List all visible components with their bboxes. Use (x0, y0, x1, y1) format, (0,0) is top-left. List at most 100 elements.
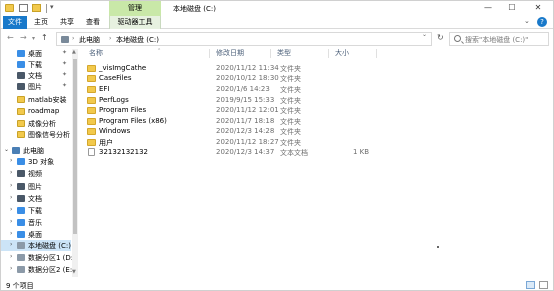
sidebar-item-3d-objects[interactable]: › 3D 对象 (1, 156, 71, 167)
file-row[interactable]: CaseFiles 2020/10/12 18:30 文件夹 (87, 73, 551, 83)
sidebar-item-image-signal-analysis[interactable]: 图像信号分析 (1, 129, 71, 140)
sidebar-item-pictures-pinned[interactable]: 图片 ✦ (1, 81, 71, 92)
expand-icon[interactable]: › (10, 206, 12, 213)
file-name: PerfLogs (99, 96, 129, 104)
scroll-down-icon[interactable]: ▼ (72, 269, 76, 275)
sidebar-item-desktop[interactable]: › 桌面 (1, 229, 71, 240)
file-row[interactable]: PerfLogs 2019/9/15 15:33 文件夹 (87, 95, 551, 105)
expand-icon[interactable]: › (10, 169, 12, 176)
expand-icon[interactable]: › (10, 157, 12, 164)
file-row[interactable]: _visImgCathe 2020/11/12 11:34 文件夹 (87, 63, 551, 73)
minimize-button[interactable]: — (477, 1, 499, 16)
sidebar-item-documents-pinned[interactable]: 文档 ✦ (1, 70, 71, 81)
sidebar-item-label: 桌面 (28, 231, 42, 239)
sidebar-item-pictures[interactable]: › 图片 (1, 181, 71, 192)
up-arrow-icon[interactable]: ↑ (41, 33, 48, 42)
sidebar-item-music[interactable]: › 音乐 (1, 217, 71, 228)
column-header-name[interactable]: 名称 (89, 48, 103, 59)
folder-icon (87, 75, 96, 82)
sidebar-item-matlab[interactable]: matlab安装 (1, 94, 71, 105)
column-divider[interactable] (270, 49, 271, 58)
pin-icon: ✦ (62, 71, 68, 78)
folder-icon (17, 120, 25, 127)
tab-drive-tools[interactable]: 驱动器工具 (109, 16, 161, 29)
forward-arrow-icon[interactable]: → (20, 33, 27, 42)
column-header-size[interactable]: 大小 (335, 48, 349, 59)
sidebar-item-downloads-pinned[interactable]: 下载 ✦ (1, 59, 71, 70)
file-row[interactable]: Windows 2020/12/3 14:28 文件夹 (87, 126, 551, 136)
tab-share[interactable]: 共享 (56, 16, 78, 29)
sidebar-item-downloads[interactable]: › 下载 (1, 205, 71, 216)
expand-icon[interactable]: › (10, 182, 12, 189)
back-arrow-icon[interactable]: ← (7, 33, 14, 42)
sidebar-item-documents[interactable]: › 文档 (1, 193, 71, 204)
column-header-type[interactable]: 类型 (277, 48, 291, 59)
file-size: 1 KB (353, 148, 370, 156)
close-button[interactable]: ✕ (527, 1, 549, 16)
maximize-button[interactable]: ☐ (501, 1, 523, 16)
search-box[interactable]: 搜索"本地磁盘 (C:)" (449, 32, 549, 46)
file-row[interactable]: Program Files (x86) 2020/11/7 18:18 文件夹 (87, 116, 551, 126)
sidebar-item-data-e[interactable]: › 数据分区2 (E:) (1, 264, 75, 275)
download-icon (17, 207, 25, 214)
file-type: 文件夹 (280, 86, 301, 94)
details-view-icon[interactable] (526, 281, 535, 289)
file-row[interactable]: EFI 2020/1/6 14:23 文件夹 (87, 84, 551, 94)
collapse-icon[interactable]: ⌄ (4, 146, 9, 153)
tab-home[interactable]: 主页 (30, 16, 52, 29)
text-file-icon (88, 148, 95, 156)
customize-toolbar-icon[interactable]: ▾ (50, 3, 54, 11)
scroll-up-icon[interactable]: ▲ (72, 49, 76, 55)
properties-icon[interactable] (19, 4, 28, 12)
item-count: 9 个项目 (6, 282, 34, 290)
expand-icon[interactable]: › (10, 265, 12, 272)
tab-view[interactable]: 查看 (82, 16, 104, 29)
sidebar-item-desktop-pinned[interactable]: 桌面 ✦ (1, 48, 71, 59)
breadcrumb-this-pc[interactable]: 此电脑 (79, 35, 100, 45)
sidebar-item-videos[interactable]: › 视频 (1, 168, 71, 179)
address-bar[interactable]: › 此电脑 › 本地磁盘 (C:) (56, 32, 432, 46)
sidebar-item-label: 数据分区2 (E:) (28, 266, 75, 274)
expand-icon[interactable]: › (10, 241, 12, 248)
breadcrumb-separator-icon[interactable]: › (72, 35, 74, 42)
folder-icon (87, 128, 96, 135)
column-divider[interactable] (328, 49, 329, 58)
recent-locations-icon[interactable]: ▾ (32, 35, 35, 42)
breadcrumb-local-disk[interactable]: 本地磁盘 (C:) (116, 35, 159, 45)
sidebar-item-label: 图片 (28, 83, 42, 91)
column-header-date[interactable]: 修改日期 (216, 48, 244, 59)
file-row[interactable]: Program Files 2020/11/12 12:01 文件夹 (87, 105, 551, 115)
new-folder-icon[interactable] (32, 4, 41, 12)
breadcrumb-separator-icon[interactable]: › (109, 35, 111, 42)
expand-icon[interactable]: › (10, 194, 12, 201)
address-history-icon[interactable]: ⌄ (422, 31, 427, 38)
sidebar-item-this-pc[interactable]: ⌄ 此电脑 (1, 145, 71, 156)
scrollbar-thumb[interactable] (73, 59, 77, 234)
expand-icon[interactable]: › (10, 230, 12, 237)
expand-icon[interactable]: › (10, 218, 12, 225)
large-icons-view-icon[interactable] (539, 281, 548, 289)
pictures-icon (17, 183, 25, 190)
file-row[interactable]: 32132132132 2020/12/3 14:37 文本文档 1 KB (87, 147, 551, 157)
folder-icon (87, 65, 96, 72)
manage-tab[interactable]: 管理 (109, 1, 161, 16)
column-divider[interactable] (376, 49, 377, 58)
sidebar-item-local-disk-c[interactable]: › 本地磁盘 (C:) (1, 240, 71, 251)
file-type: 文件夹 (280, 75, 301, 83)
sidebar-scrollbar[interactable]: ▲ ▼ (72, 49, 78, 277)
column-divider[interactable] (209, 49, 210, 58)
help-icon[interactable]: ? (537, 17, 547, 27)
expand-ribbon-icon[interactable]: ⌄ (524, 17, 530, 25)
tab-file[interactable]: 文件 (3, 16, 27, 29)
refresh-icon[interactable]: ↻ (437, 33, 444, 42)
sidebar-item-data-d[interactable]: › 数据分区1 (D:) (1, 252, 76, 263)
sidebar-item-roadmap[interactable]: roadmap (1, 106, 71, 117)
file-name: _visImgCathe (99, 64, 147, 72)
folder-icon (87, 97, 96, 104)
this-pc-icon (61, 36, 69, 43)
file-row[interactable]: 用户 2020/11/12 18:27 文件夹 (87, 137, 551, 147)
music-icon (17, 219, 25, 226)
expand-icon[interactable]: › (10, 253, 12, 260)
file-name: Program Files (99, 106, 147, 114)
sidebar-item-imaging-analysis[interactable]: 成像分析 (1, 118, 71, 129)
